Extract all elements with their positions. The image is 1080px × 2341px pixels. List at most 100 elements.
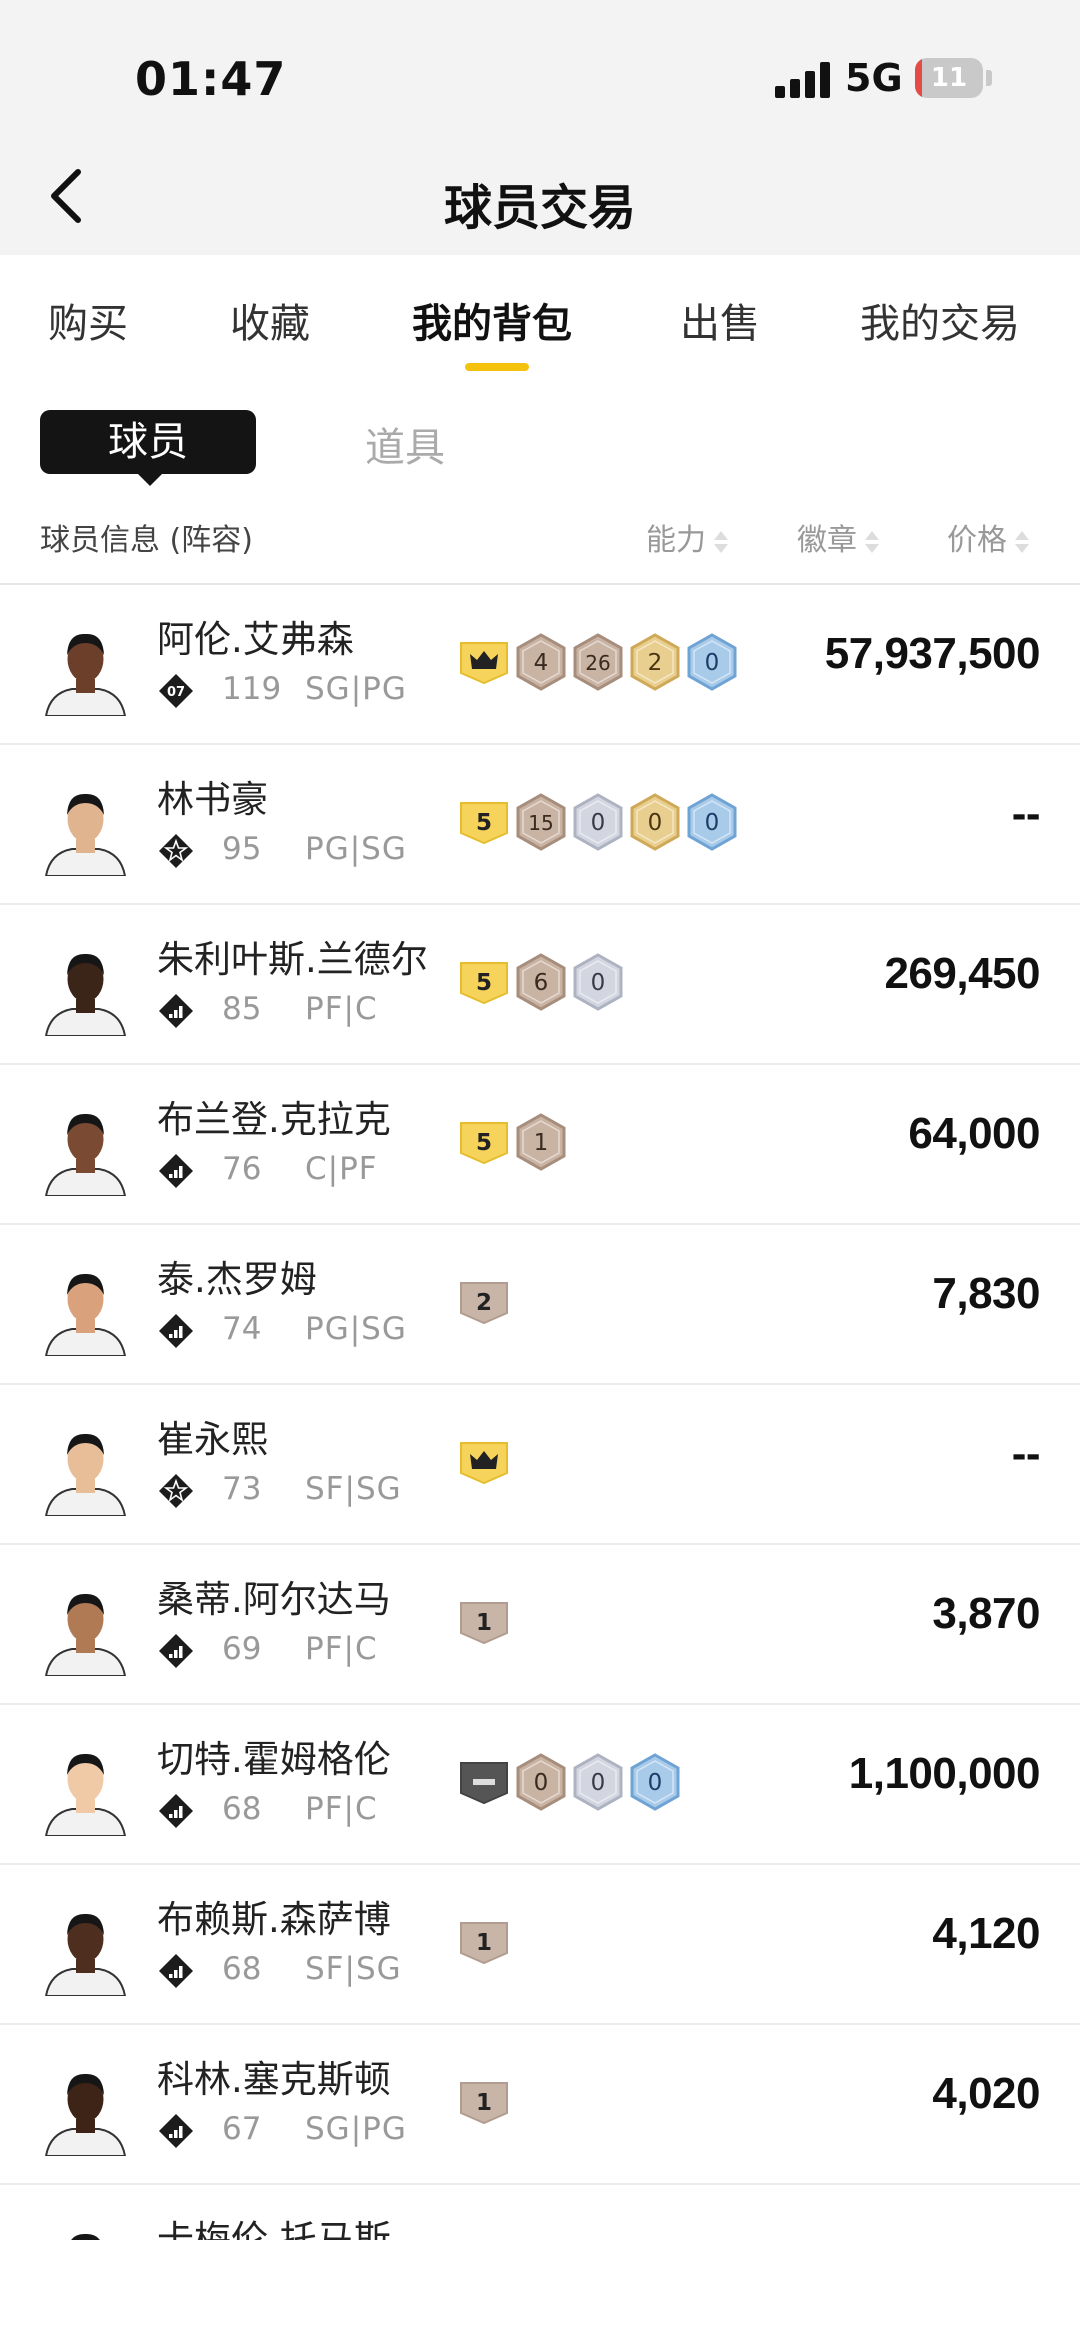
blue-badge-icon: 0 — [630, 1753, 680, 1811]
blue-badge-icon: 0 — [687, 793, 737, 851]
player-row[interactable]: 林书豪 95 PG|SG 5 15 0 0 0 -- — [0, 745, 1080, 905]
player-ovr: 69 — [222, 1631, 262, 1667]
player-row[interactable]: 阿伦.艾弗森 07 119 SG|PG 4 26 2 0 57,937,500 — [0, 585, 1080, 745]
badge-count: 0 — [591, 810, 606, 836]
number-07-icon: 07 — [159, 674, 193, 708]
tab-my-bag[interactable]: 我的背包 — [412, 291, 572, 349]
player-position: PF|C — [305, 991, 378, 1027]
level-badge: 1 — [460, 1922, 508, 1965]
silver-badge-icon: 0 — [573, 1753, 623, 1811]
avatar — [38, 621, 133, 716]
player-row[interactable]: 崔永熙 73 SF|SG -- — [0, 1385, 1080, 1545]
player-ovr: 74 — [222, 1311, 262, 1347]
player-position: PF|C — [305, 1631, 378, 1667]
status-time: 01:47 — [135, 52, 287, 106]
bronze-badge-icon: 15 — [516, 793, 566, 851]
main-tab-bar: 购买 收藏 我的背包 出售 我的交易 — [0, 255, 1080, 385]
player-name: 切特.霍姆格伦 — [157, 1738, 391, 1781]
subtab-players[interactable]: 球员 — [40, 410, 256, 486]
bars-icon — [159, 994, 193, 1028]
player-name: 科林.塞克斯顿 — [157, 2058, 391, 2101]
gold-badge-icon: 2 — [630, 633, 680, 691]
player-row[interactable]: 科林.塞克斯顿 67 SG|PG 1 4,020 — [0, 2025, 1080, 2185]
avatar — [38, 781, 133, 876]
player-price: 4,120 — [932, 1909, 1040, 1958]
badge-count: 1 — [476, 1930, 492, 1956]
subtab-items[interactable]: 道具 — [365, 415, 445, 473]
star-icon — [159, 1474, 193, 1508]
level-badge: 1 — [460, 2082, 508, 2125]
player-ovr: 85 — [222, 991, 262, 1027]
badge-count: 5 — [476, 810, 492, 836]
top-area: 01:47 5G 11 球员交易 — [0, 0, 1080, 255]
avatar — [38, 1581, 133, 1676]
badge-count: 26 — [585, 651, 610, 675]
column-rating-sort[interactable]: 能力 — [646, 515, 728, 559]
sort-icon — [714, 529, 728, 555]
player-name: 林书豪 — [157, 778, 268, 821]
column-badges-sort[interactable]: 徽章 — [797, 515, 879, 559]
player-price: 269,450 — [884, 949, 1040, 998]
signal-icon — [775, 62, 831, 98]
badge-count: 6 — [534, 970, 549, 996]
avatar — [38, 1261, 133, 1356]
badge-count: 0 — [705, 810, 720, 836]
player-row[interactable]: 桑蒂.阿尔达马 69 PF|C 1 3,870 — [0, 1545, 1080, 1705]
player-ovr: 76 — [222, 1151, 262, 1187]
player-row[interactable]: 布赖斯.森萨博 68 SF|SG 1 4,120 — [0, 1865, 1080, 2025]
bars-icon — [159, 1794, 193, 1828]
badge-count: 0 — [591, 1770, 606, 1796]
player-name: 崔永熙 — [157, 1418, 268, 1461]
crown-badge-icon — [460, 642, 508, 685]
badge-count: 1 — [476, 2090, 492, 2116]
player-price: 4,020 — [932, 2069, 1040, 2118]
gold-badge-icon: 0 — [630, 793, 680, 851]
bronze-badge-icon: 1 — [516, 1113, 566, 1171]
tab-sell[interactable]: 出售 — [680, 291, 760, 349]
avatar — [38, 2061, 133, 2156]
network-type: 5G — [845, 56, 903, 100]
avatar — [38, 1101, 133, 1196]
player-portrait — [44, 793, 127, 876]
player-row[interactable]: 布兰登.克拉克 76 C|PF 5 1 64,000 — [0, 1065, 1080, 1225]
tab-buy[interactable]: 购买 — [48, 291, 128, 349]
battery-nub — [986, 70, 992, 86]
battery-level: 11 — [930, 63, 968, 93]
badge-count: 1 — [476, 1610, 492, 1636]
badge-count: 0 — [591, 970, 606, 996]
player-position: SF|SG — [305, 1471, 402, 1507]
column-badges-label: 徽章 — [797, 523, 857, 558]
player-position: PF|C — [305, 1791, 378, 1827]
player-name: 泰.杰罗姆 — [157, 1258, 317, 1301]
player-row[interactable]: 泰.杰罗姆 74 PG|SG 2 7,830 — [0, 1225, 1080, 1385]
player-position: PG|SG — [305, 831, 407, 867]
player-name: 阿伦.艾弗森 — [157, 618, 354, 661]
bronze-badge-icon: 26 — [573, 633, 623, 691]
tab-favorites[interactable]: 收藏 — [230, 291, 310, 349]
sort-icon — [865, 529, 879, 555]
player-price: 1,100,000 — [848, 1749, 1041, 1798]
bronze-badge-icon: 4 — [516, 633, 566, 691]
player-row[interactable]: 朱利叶斯.兰德尔 85 PF|C 5 6 0 269,450 — [0, 905, 1080, 1065]
player-price: -- — [1011, 789, 1041, 838]
player-row[interactable]: 切特.霍姆格伦 68 PF|C 0 0 0 1,100,000 — [0, 1705, 1080, 1865]
player-portrait — [44, 1913, 127, 1996]
badge-count: 0 — [705, 650, 720, 676]
badge-count: 15 — [528, 811, 553, 835]
badge-count: 0 — [534, 1770, 549, 1796]
blue-badge-icon: 0 — [687, 633, 737, 691]
pos-tag: 07 — [167, 685, 185, 700]
silver-badge-icon: 0 — [573, 953, 623, 1011]
column-player-info: 球员信息 (阵容) — [40, 523, 253, 558]
player-portrait — [44, 633, 127, 716]
player-name: 布赖斯.森萨博 — [157, 1898, 391, 1941]
badge-count: 1 — [534, 1130, 549, 1156]
crown-badge-icon — [460, 1442, 508, 1485]
player-portrait — [44, 1273, 127, 1356]
badge-count: 2 — [476, 1290, 492, 1316]
tab-my-trades[interactable]: 我的交易 — [860, 291, 1020, 349]
column-price-sort[interactable]: 价格 — [947, 515, 1029, 559]
level-badge: 5 — [460, 962, 508, 1005]
player-portrait — [44, 1753, 127, 1836]
player-price: 64,000 — [908, 1109, 1040, 1158]
